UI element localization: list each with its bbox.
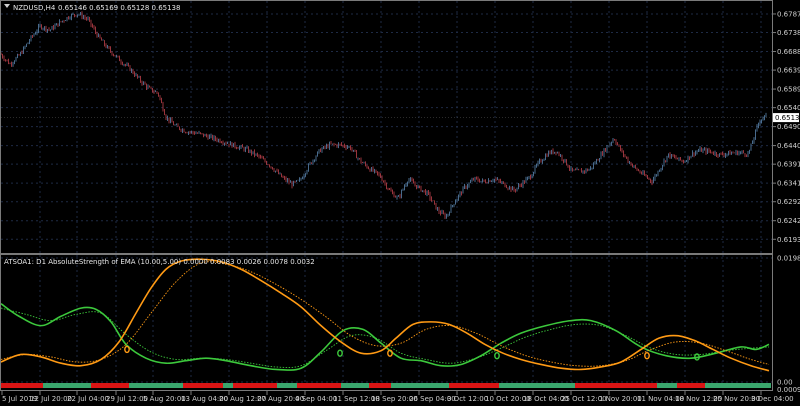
time-tick-label: 3 Oct 12:00 <box>447 395 488 403</box>
indicator-title: ATSOA1: D1 AbsoluteStrength of EMA (10.0… <box>4 258 315 266</box>
strength-segment-red <box>449 383 499 388</box>
time-tick-label: 4 Sep 04:00 <box>295 395 337 403</box>
time-tick-label: 29 Jul 12:00 <box>106 395 148 403</box>
strength-segment-red <box>91 383 129 388</box>
strength-segment-red <box>183 383 223 388</box>
strength-segment-green <box>223 383 233 388</box>
strength-segment-green <box>129 383 183 388</box>
symbol-title: NZDUSD,H4 <box>13 4 56 12</box>
price-tick-label: 0.65400 <box>777 104 800 112</box>
indicator-bottom-label: 0.0009 <box>777 386 800 394</box>
strength-segment-green <box>341 383 369 388</box>
time-tick-label: 22 Jul 04:00 <box>67 395 109 403</box>
chart-background <box>0 0 800 406</box>
strength-segment-green <box>705 383 771 388</box>
strength-segment-red <box>677 383 705 388</box>
strength-segment-green <box>43 383 91 388</box>
trading-chart-canvas[interactable]: 0.67870 0.67380 0.66880 0.66390 0.65890 0.654… <box>0 0 800 406</box>
price-tick-label: 0.66390 <box>777 67 800 75</box>
price-tick-label: 0.65890 <box>777 86 800 94</box>
strength-segment-red <box>297 383 341 388</box>
strength-segment-red <box>575 383 657 388</box>
ohlc-values: 0.65146 0.65169 0.65128 0.65138 <box>58 4 180 12</box>
strength-segment-red <box>1 383 43 388</box>
price-tick-label: 0.62920 <box>777 198 800 206</box>
price-tick-label: 0.61930 <box>777 236 800 244</box>
strength-segment-red <box>233 383 277 388</box>
indicator-tick-label: 0.0198 <box>777 255 800 263</box>
strength-segment-green <box>499 383 575 388</box>
price-tick-label: 0.66880 <box>777 48 800 56</box>
strength-segment-green <box>657 383 677 388</box>
price-tick-label: 0.62420 <box>777 217 800 225</box>
current-price-label: 0.65138 <box>775 114 800 122</box>
strength-segment-green <box>277 383 297 388</box>
price-tick-label: 0.64400 <box>777 142 800 150</box>
price-tick-label: 0.63910 <box>777 161 800 169</box>
time-tick-label: 3 Dec 04:00 <box>751 395 794 403</box>
time-tick-label: 12 Jul 20:00 <box>30 395 72 403</box>
time-tick-label: 1 Nov 20:00 <box>599 395 642 403</box>
symbol-header: NZDUSD,H4 0.65146 0.65169 0.65128 0.6513… <box>4 4 180 12</box>
price-tick-label: 0.67380 <box>777 29 800 37</box>
strength-segment-green <box>391 383 449 388</box>
strength-segment-red <box>369 383 391 388</box>
time-tick-label: 5 Aug 20:00 <box>143 395 186 403</box>
strength-bar <box>1 383 771 388</box>
price-tick-label: 0.67870 <box>777 10 800 18</box>
price-tick-label: 0.63410 <box>777 180 800 188</box>
price-tick-label: 0.64900 <box>777 123 800 131</box>
current-price-tag: 0.65138 <box>773 113 800 123</box>
